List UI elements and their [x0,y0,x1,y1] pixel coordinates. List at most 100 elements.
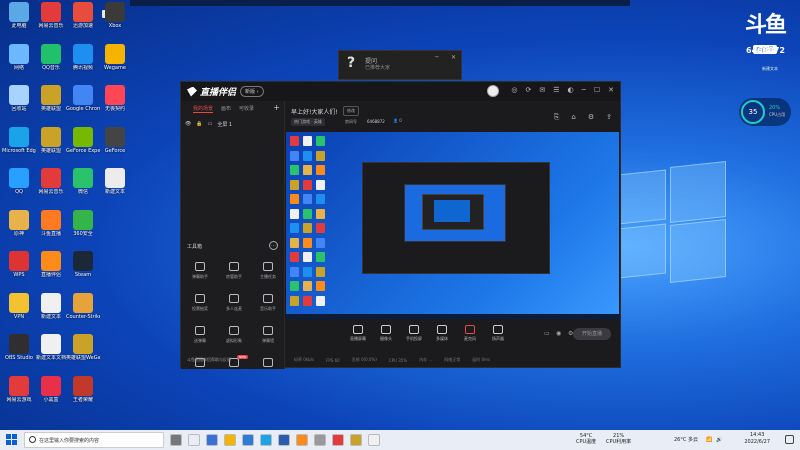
lock-icon[interactable]: 🔒 [196,121,202,128]
toolbox-tool[interactable]: 音乐助手 [253,294,283,312]
desktop-shortcut[interactable]: 英雄联盟WeGame [66,334,100,374]
scene-tab[interactable]: 画布 [221,105,231,113]
desktop-shortcut[interactable]: 网易云音乐 [34,2,68,42]
desktop-shortcut[interactable]: 英雄联盟 [34,85,68,125]
edit-title-button[interactable]: 修改 [343,106,359,116]
taskbar-app-icon[interactable] [206,434,218,446]
taskbar-app-icon[interactable] [314,434,326,446]
close-icon[interactable]: ✕ [451,54,456,61]
desktop-shortcut[interactable]: 斗鱼直播 [34,209,68,250]
desktop-shortcut[interactable]: 直播伴侣 [34,251,68,291]
taskbar-app-icon[interactable] [224,434,236,446]
minimize-icon[interactable]: ─ [435,54,439,61]
desktop-shortcut[interactable]: Wegame [98,43,132,84]
gift-icon[interactable]: ⌂ [571,113,575,122]
volume-icon[interactable]: 🔊 [716,437,722,443]
close-icon[interactable]: ✕ [608,86,614,94]
weather-readout[interactable]: 26°C 多云 [674,437,698,443]
more-icon[interactable]: … [269,241,278,250]
toolbox-tool[interactable] [253,358,283,370]
desktop-shortcut[interactable]: 新建文本文档 [34,334,68,374]
desktop-shortcut[interactable]: 迅游加速 [66,2,100,42]
desktop-shortcut[interactable]: 网易云游戏 [2,375,36,416]
skin-icon[interactable]: ◐ [568,86,574,94]
desktop-shortcut[interactable]: GeForce Experience [66,126,100,167]
version-badge[interactable]: 新版 › [240,86,264,97]
eye-icon[interactable]: 👁 [185,121,191,128]
desktop-shortcut[interactable]: 微信 [66,168,100,208]
wifi-icon[interactable]: 📶 [706,437,712,443]
desktop-shortcut[interactable]: Counter-Strike [66,292,100,333]
taskbar-app-icon[interactable] [188,434,200,446]
taskbar-app-icon[interactable] [350,434,362,446]
desktop-shortcut[interactable]: 此电脑 [2,2,36,42]
desktop-shortcut[interactable]: 360安全 [66,209,100,250]
taskbar-app-icon[interactable] [332,434,344,446]
taskbar-app-icon[interactable] [260,434,272,446]
toolbox-tool[interactable]: 主播任务 [253,262,283,280]
maximize-icon[interactable]: ☐ [594,86,600,94]
scene-tab[interactable]: 我的场景 [193,105,214,113]
phone-cast-button[interactable]: 手机投屏 [402,325,426,342]
speaker-button[interactable]: 扬声器 [486,325,510,342]
camera-button[interactable]: 摄像头 [374,325,398,342]
share-icon[interactable]: ⇪ [606,113,612,122]
desktop-shortcut[interactable]: Steam [66,251,100,291]
scene-tab[interactable]: 可收录 [239,105,254,113]
desktop-shortcut[interactable]: Microsoft Edge [2,126,36,167]
stream-preview[interactable] [286,132,619,320]
mail-icon[interactable]: ✉ [539,86,545,94]
windows-start-icon[interactable] [6,434,18,446]
desktop-shortcut[interactable]: 回收站 [2,85,36,125]
toolbox-tool[interactable]: 弹幕助手 [185,262,215,280]
desktop-shortcut[interactable]: 新建文本 [34,292,68,333]
search-input[interactable]: 在这里输入你要搜索的内容 [24,432,164,448]
screen-capture-button[interactable]: 直播屏幕 [346,325,370,342]
desktop-shortcut[interactable]: Google Chrome [66,85,100,125]
question-popup[interactable]: ? 提问 已推荐大家 ─ ✕ [338,50,462,80]
desktop-shortcut[interactable]: 王者荣耀 [66,375,100,416]
add-scene-icon[interactable]: + [273,103,280,112]
record-icon[interactable]: ◉ [556,330,561,337]
desktop-shortcut[interactable]: OBS Studio [2,334,36,374]
desktop-shortcut[interactable]: VPN [2,292,36,333]
toolbox-tool[interactable]: 弹幕墙 [253,326,283,344]
desktop-shortcut[interactable]: 英雄联盟 [34,126,68,167]
help-feedback-link[interactable]: 斗鱼直播伴侣帮助与反馈 [187,357,231,363]
start-live-button[interactable]: 开始直播 [573,328,611,340]
desktop-shortcut[interactable]: 原神 [2,209,36,250]
scene-item[interactable]: 👁 🔒 ▭ 全屏 1 [185,121,232,128]
toolbox-tool[interactable]: 投票抽奖 [185,294,215,312]
taskbar-app-icon[interactable] [368,434,380,446]
avatar[interactable] [487,85,499,97]
category-badge[interactable]: 热门游戏 · 英雄 [291,118,325,126]
desktop-shortcut[interactable]: Xbox [98,2,132,42]
toolbox-tool[interactable]: 房管助手 [219,262,249,280]
notification-icon[interactable] [785,435,794,444]
desktop-shortcut[interactable]: QQ音乐 [34,43,68,84]
desktop-shortcut[interactable]: 腾讯视频 [66,43,100,84]
desktop-shortcut[interactable]: 网易云音乐 [34,168,68,208]
desktop-shortcut[interactable]: 网络 [2,43,36,84]
taskbar-app-icon[interactable] [296,434,308,446]
menu-icon[interactable]: ☰ [553,86,559,94]
desktop-shortcut[interactable]: 无畏契约 [98,85,132,125]
toolbox-tool[interactable]: 多人连麦 [219,294,249,312]
toolbox-tool[interactable]: 虚拟形象 [219,326,249,344]
desktop-shortcut[interactable]: 小黑盒 [34,375,68,416]
cpu-gauge-widget[interactable]: 35 20% CPU占用 [739,98,791,126]
microphone-button[interactable]: 麦克风 [458,325,482,342]
media-button[interactable]: 多媒体 [430,325,454,342]
share-link-icon[interactable]: ⎘ [554,113,560,122]
refresh-icon[interactable]: ⟳ [525,86,531,94]
taskbar-app-icon[interactable] [242,434,254,446]
gear-icon[interactable]: ⚙ [588,113,594,122]
desktop-shortcut[interactable]: WPS [2,251,36,291]
desktop-shortcut[interactable]: QQ [2,168,36,208]
headset-icon[interactable]: ◎ [511,86,517,94]
taskbar-app-icon[interactable] [170,434,182,446]
desktop-shortcut[interactable]: GeForce [98,126,132,167]
clock[interactable]: 14:43 2022/6/27 [744,432,770,446]
toolbox-tool[interactable]: 送弹幕 [185,326,215,344]
taskbar-app-icon[interactable] [278,434,290,446]
